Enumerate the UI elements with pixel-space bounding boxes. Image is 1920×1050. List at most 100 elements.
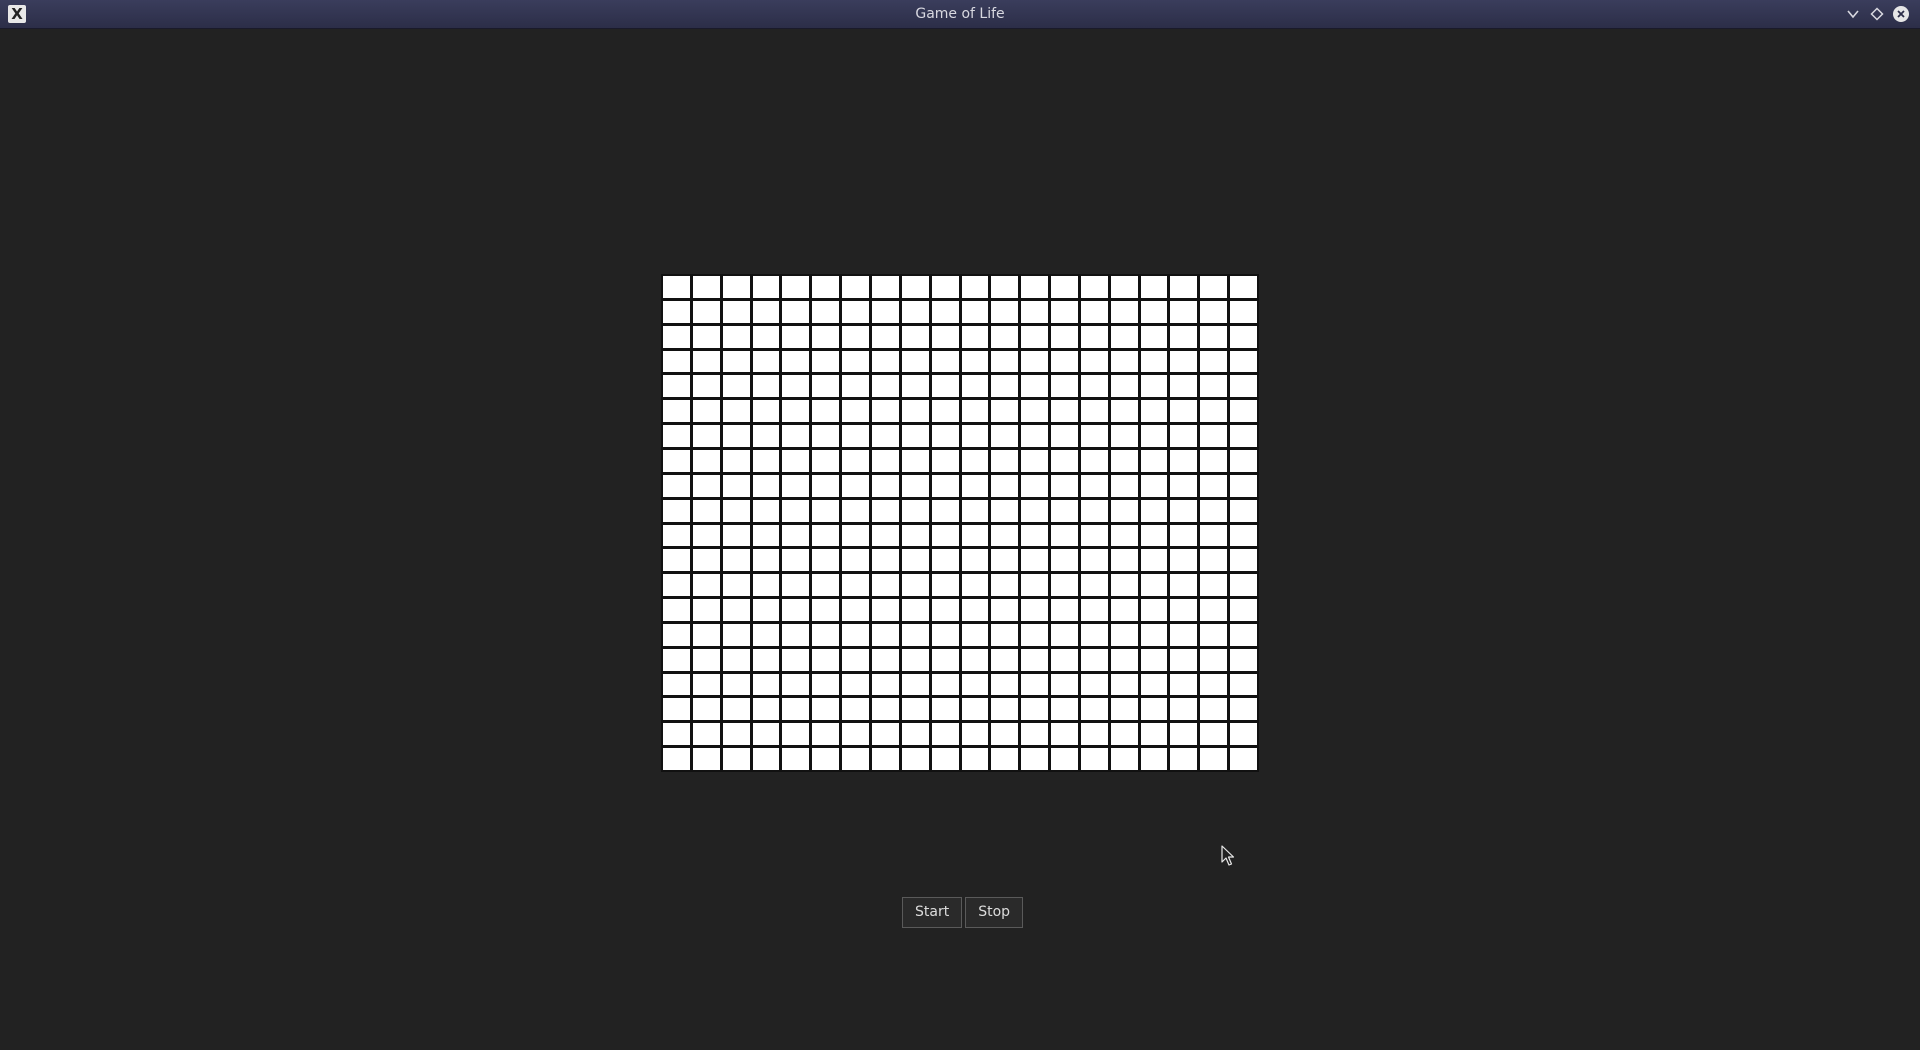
grid-cell[interactable] (692, 673, 720, 696)
grid-cell[interactable] (812, 648, 840, 671)
grid-cell[interactable] (991, 723, 1019, 746)
grid-cell[interactable] (1140, 474, 1168, 497)
grid-cell[interactable] (961, 350, 989, 373)
grid-cell[interactable] (692, 648, 720, 671)
grid-cell[interactable] (1140, 400, 1168, 423)
grid-cell[interactable] (812, 400, 840, 423)
grid-cell[interactable] (692, 300, 720, 323)
grid-cell[interactable] (1230, 599, 1257, 621)
grid-cell[interactable] (692, 623, 720, 646)
grid-cell[interactable] (692, 499, 720, 522)
grid-cell[interactable] (931, 276, 959, 298)
grid-cell[interactable] (1230, 325, 1257, 348)
grid-cell[interactable] (1200, 300, 1228, 323)
grid-cell[interactable] (1200, 400, 1228, 423)
grid-cell[interactable] (961, 698, 989, 721)
grid-cell[interactable] (722, 748, 750, 770)
grid-cell[interactable] (782, 350, 810, 373)
grid-cell[interactable] (722, 400, 750, 423)
grid-cell[interactable] (842, 549, 869, 572)
grid-cell[interactable] (1080, 648, 1108, 671)
grid-cell[interactable] (991, 449, 1019, 472)
grid-cell[interactable] (901, 524, 929, 547)
grid-cell[interactable] (1140, 698, 1168, 721)
grid-cell[interactable] (722, 350, 750, 373)
grid-cell[interactable] (991, 549, 1019, 572)
grid-cell[interactable] (722, 574, 750, 597)
grid-cell[interactable] (722, 425, 750, 447)
grid-cell[interactable] (1230, 400, 1257, 423)
grid-cell[interactable] (1051, 648, 1078, 671)
grid-cell[interactable] (961, 300, 989, 323)
grid-cell[interactable] (1080, 524, 1108, 547)
grid-cell[interactable] (812, 474, 840, 497)
grid-cell[interactable] (1080, 723, 1108, 746)
grid-cell[interactable] (931, 300, 959, 323)
grid-cell[interactable] (991, 425, 1019, 447)
grid-cell[interactable] (782, 723, 810, 746)
grid-cell[interactable] (1080, 350, 1108, 373)
grid-cell[interactable] (752, 723, 780, 746)
grid-cell[interactable] (1140, 375, 1168, 398)
grid-cell[interactable] (871, 300, 899, 323)
grid-cell[interactable] (752, 599, 780, 621)
grid-cell[interactable] (931, 599, 959, 621)
grid-cell[interactable] (782, 325, 810, 348)
grid-cell[interactable] (1170, 723, 1198, 746)
grid-cell[interactable] (1140, 449, 1168, 472)
grid-cell[interactable] (1021, 276, 1049, 298)
grid-cell[interactable] (1080, 425, 1108, 447)
grid-cell[interactable] (1080, 748, 1108, 770)
grid-cell[interactable] (1200, 375, 1228, 398)
grid-cell[interactable] (1170, 648, 1198, 671)
grid-cell[interactable] (871, 425, 899, 447)
grid-cell[interactable] (722, 673, 750, 696)
grid-cell[interactable] (812, 698, 840, 721)
grid-cell[interactable] (1140, 673, 1168, 696)
grid-cell[interactable] (782, 300, 810, 323)
grid-cell[interactable] (931, 574, 959, 597)
maximize-button[interactable] (1868, 5, 1886, 23)
grid-cell[interactable] (1230, 623, 1257, 646)
grid-cell[interactable] (812, 748, 840, 770)
grid-cell[interactable] (961, 549, 989, 572)
grid-cell[interactable] (901, 474, 929, 497)
grid-cell[interactable] (991, 276, 1019, 298)
grid-cell[interactable] (1051, 599, 1078, 621)
grid-cell[interactable] (1080, 499, 1108, 522)
grid-cell[interactable] (901, 574, 929, 597)
grid-cell[interactable] (901, 449, 929, 472)
grid-cell[interactable] (663, 276, 690, 298)
grid-cell[interactable] (1230, 723, 1257, 746)
grid-cell[interactable] (1080, 599, 1108, 621)
grid-cell[interactable] (1110, 648, 1138, 671)
close-button[interactable] (1892, 5, 1910, 23)
grid-cell[interactable] (1230, 449, 1257, 472)
grid-cell[interactable] (931, 449, 959, 472)
grid-cell[interactable] (1200, 574, 1228, 597)
grid-cell[interactable] (991, 648, 1019, 671)
grid-cell[interactable] (1080, 325, 1108, 348)
grid-cell[interactable] (1110, 300, 1138, 323)
grid-cell[interactable] (1110, 325, 1138, 348)
grid-cell[interactable] (901, 549, 929, 572)
grid-cell[interactable] (692, 574, 720, 597)
grid-cell[interactable] (1021, 673, 1049, 696)
grid-cell[interactable] (842, 698, 869, 721)
grid-cell[interactable] (842, 723, 869, 746)
grid-cell[interactable] (1110, 698, 1138, 721)
grid-cell[interactable] (812, 599, 840, 621)
grid-cell[interactable] (871, 648, 899, 671)
grid-cell[interactable] (1021, 648, 1049, 671)
grid-cell[interactable] (842, 499, 869, 522)
grid-cell[interactable] (752, 400, 780, 423)
grid-cell[interactable] (722, 648, 750, 671)
grid-cell[interactable] (931, 673, 959, 696)
grid-cell[interactable] (1140, 623, 1168, 646)
grid-cell[interactable] (1080, 400, 1108, 423)
grid-cell[interactable] (961, 648, 989, 671)
grid-cell[interactable] (752, 449, 780, 472)
grid-cell[interactable] (871, 623, 899, 646)
grid-cell[interactable] (1230, 300, 1257, 323)
grid-cell[interactable] (692, 375, 720, 398)
